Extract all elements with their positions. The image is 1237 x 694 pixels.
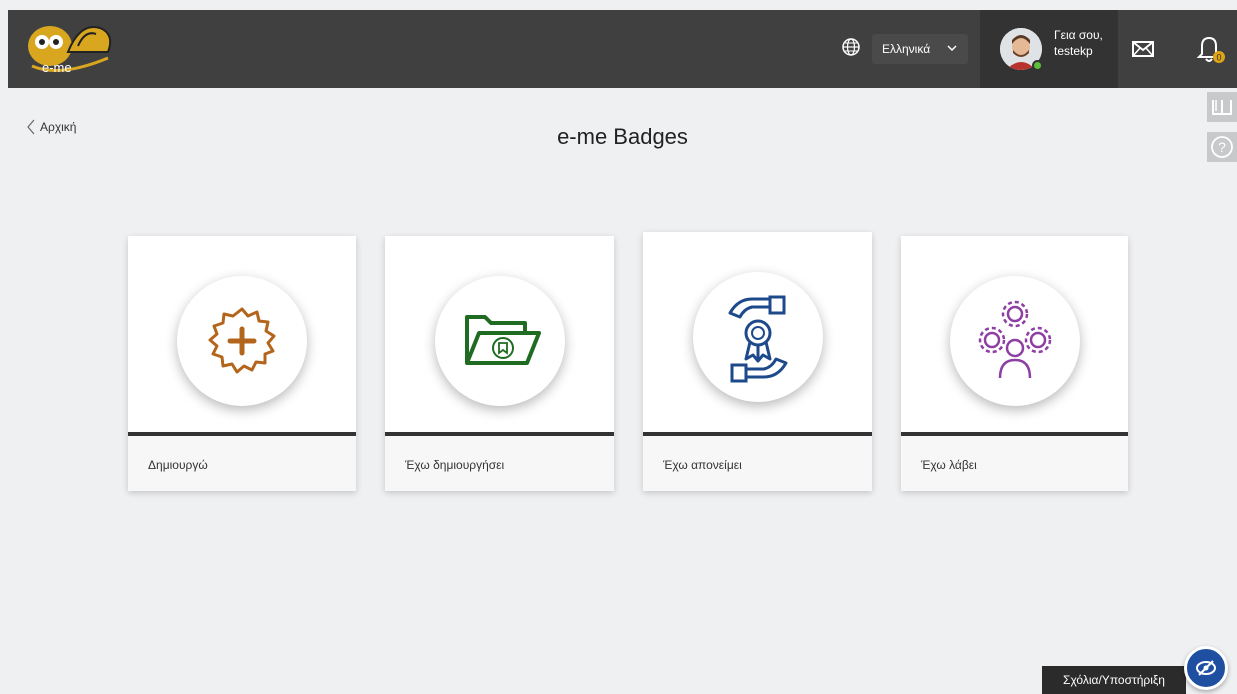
- card-label: Δημιουργώ: [148, 458, 208, 472]
- card-label: Έχω απονείμει: [663, 458, 742, 472]
- accessibility-toggle-button[interactable]: [1184, 646, 1228, 690]
- card-footer: Έχω απονείμει: [643, 436, 872, 491]
- book-icon[interactable]: [1207, 92, 1237, 122]
- card-received[interactable]: Έχω λάβει: [901, 236, 1128, 491]
- chevron-down-icon: [946, 42, 958, 57]
- notification-count: 0: [1216, 53, 1221, 63]
- folder-badge-icon: [464, 315, 541, 365]
- feedback-button[interactable]: Σχόλια/Υποστήριξη: [1042, 666, 1186, 694]
- page: e-me Ελληνικά Γεια σου, testekp 0 ? Αρχι…: [8, 10, 1237, 694]
- card-footer: Έχω λάβει: [901, 436, 1128, 491]
- greeting-text: Γεια σου,: [1054, 28, 1103, 42]
- logo-text: e-me: [42, 60, 72, 75]
- card-create[interactable]: Δημιουργώ: [128, 236, 356, 491]
- username: testekp: [1054, 44, 1093, 58]
- user-menu[interactable]: Γεια σου, testekp: [980, 10, 1118, 88]
- card-created[interactable]: Έχω δημιουργήσει: [385, 236, 614, 491]
- users-gears-icon: [978, 300, 1051, 379]
- card-footer: Δημιουργώ: [128, 436, 356, 491]
- card-icon-circle: [177, 276, 307, 406]
- card-icon-circle: [434, 276, 565, 406]
- badge-plus-icon: [208, 307, 276, 374]
- user-greeting: Γεια σου, testekp: [1054, 27, 1118, 59]
- card-footer: Έχω δημιουργήσει: [385, 436, 614, 491]
- top-bar: e-me Ελληνικά Γεια σου, testekp 0: [8, 10, 1237, 88]
- language-select[interactable]: Ελληνικά: [872, 34, 968, 64]
- mail-icon[interactable]: [1130, 36, 1156, 62]
- bell-icon[interactable]: 0: [1194, 32, 1226, 66]
- card-label: Έχω λάβει: [921, 458, 977, 472]
- e-me-logo[interactable]: e-me: [20, 16, 120, 82]
- language-label: Ελληνικά: [882, 42, 931, 56]
- eye-off-icon: [1196, 660, 1216, 676]
- card-icon-circle: [692, 272, 823, 402]
- page-title: e-me Badges: [557, 124, 688, 149]
- card-icon-circle: [949, 276, 1080, 406]
- globe-icon: [840, 36, 862, 58]
- award-hands-icon: [728, 295, 787, 383]
- card-label: Έχω δημιουργήσει: [405, 458, 505, 472]
- card-awarded[interactable]: Έχω απονείμει: [643, 232, 872, 491]
- online-status-dot: [1032, 60, 1043, 71]
